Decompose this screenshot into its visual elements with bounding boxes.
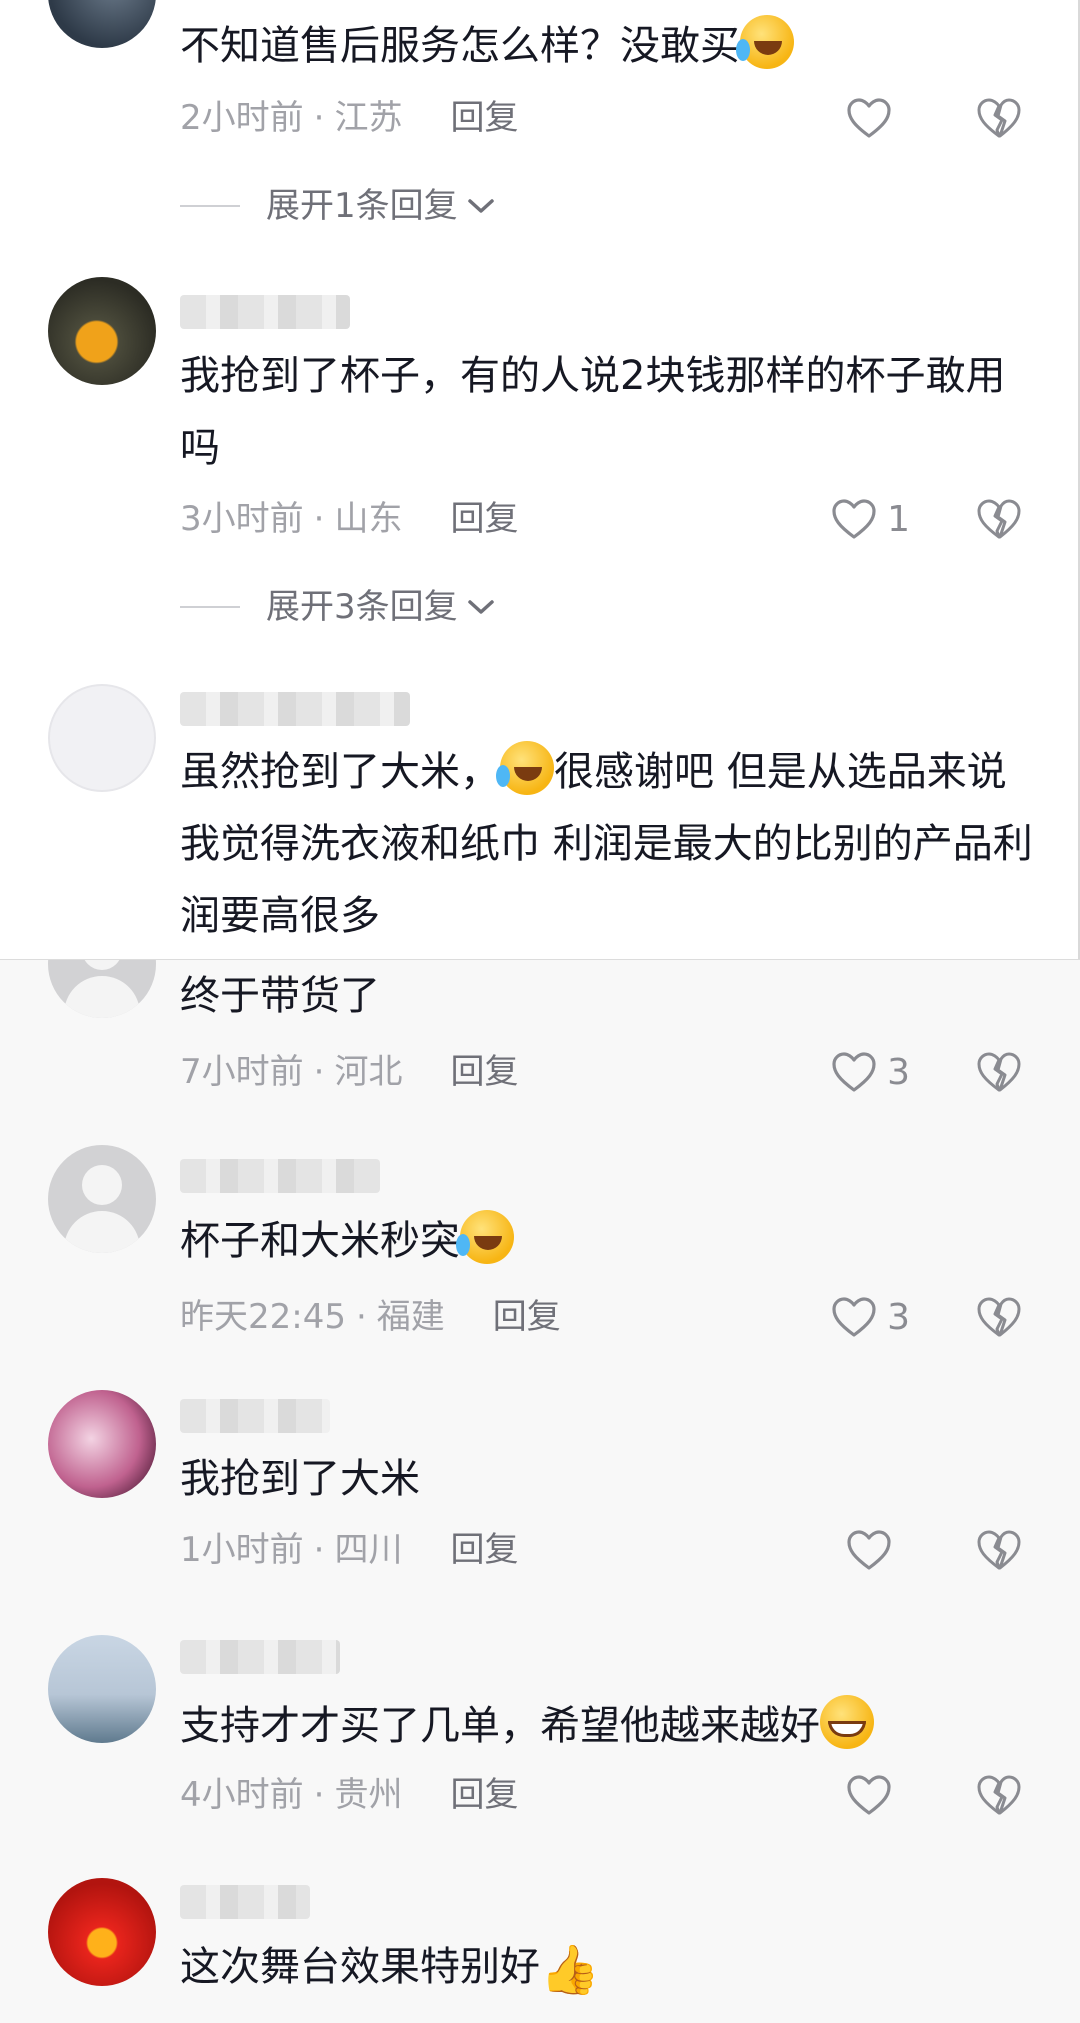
- comment-location: 河北: [334, 1052, 403, 1092]
- comment-location: 江苏: [334, 98, 403, 138]
- user-avatar[interactable]: [48, 1390, 156, 1498]
- reply-button[interactable]: 回复: [450, 98, 518, 138]
- broken-heart-icon: [977, 499, 1021, 539]
- comment-meta: 7小时前 · 河北 回复: [180, 1052, 519, 1092]
- user-avatar[interactable]: [48, 1635, 156, 1743]
- comment-meta: 昨天22:45 · 福建 回复: [180, 1297, 561, 1337]
- comment-meta: 1小时前 · 四川 回复: [180, 1530, 519, 1570]
- cry-laugh-emoji: [496, 741, 554, 795]
- comment-text: 我抢到了大米: [180, 1456, 420, 1502]
- like-count: 3: [887, 1051, 910, 1093]
- like-button[interactable]: [846, 1765, 902, 1825]
- like-button[interactable]: [846, 1520, 902, 1580]
- dislike-button[interactable]: [976, 1765, 1022, 1825]
- user-avatar[interactable]: [48, 1145, 156, 1253]
- comment-text: 支持才才买了几单，希望他越来越好: [180, 1690, 1040, 1762]
- like-count: 3: [887, 1296, 910, 1338]
- reply-button[interactable]: 回复: [450, 499, 518, 539]
- comment-time: 昨天22:45: [180, 1297, 346, 1337]
- expand-replies[interactable]: 展开3条回复: [180, 579, 496, 635]
- user-avatar[interactable]: [48, 277, 156, 385]
- heart-icon: [847, 1530, 891, 1570]
- comment-text: 杯子和大米秒突: [180, 1205, 1040, 1277]
- dislike-button[interactable]: [976, 1042, 1022, 1102]
- like-button[interactable]: 3: [831, 1042, 910, 1102]
- reply-button[interactable]: 回复: [493, 1297, 561, 1337]
- reply-button[interactable]: 回复: [450, 1052, 518, 1092]
- comment-text: 终于带货了: [180, 973, 380, 1019]
- reply-button[interactable]: 回复: [450, 1775, 518, 1815]
- broken-heart-icon: [977, 98, 1021, 138]
- user-avatar[interactable]: [48, 960, 156, 1018]
- broken-heart-icon: [977, 1052, 1021, 1092]
- chevron-down-icon: [467, 199, 494, 213]
- user-avatar[interactable]: [48, 684, 156, 792]
- comments-panel-bottom: 终于带货了 7小时前 · 河北 回复 3 杯子和大米秒突 昨天22:45 · 福建 回复 3: [0, 960, 1080, 2023]
- chevron-down-icon: [467, 600, 494, 614]
- comment-time: 1小时前: [180, 1530, 304, 1570]
- grin-emoji: [820, 1695, 874, 1749]
- heart-icon: [832, 1297, 876, 1337]
- comment-location: 福建: [376, 1297, 445, 1337]
- comment-meta: 4小时前 · 贵州 回复: [180, 1775, 519, 1815]
- like-button[interactable]: 1: [831, 489, 910, 549]
- comment-location: 四川: [334, 1530, 403, 1570]
- username-blurred: [180, 1159, 380, 1193]
- heart-icon: [832, 1052, 876, 1092]
- username-blurred: [180, 1399, 330, 1433]
- comment-meta: 2小时前 · 江苏 回复: [180, 98, 519, 138]
- comments-panel-top: 不知道售后服务怎么样？没敢买 2小时前 · 江苏 回复 展开1条回复 我抢到了杯子，有…: [0, 0, 1080, 960]
- like-button[interactable]: [846, 88, 902, 148]
- comment-time: 2小时前: [180, 98, 304, 138]
- broken-heart-icon: [977, 1775, 1021, 1815]
- broken-heart-icon: [977, 1297, 1021, 1337]
- cry-laugh-emoji: [736, 15, 794, 69]
- comment-time: 3小时前: [180, 499, 304, 539]
- comment-text: 这次舞台效果特别好👍: [180, 1942, 600, 1998]
- dislike-button[interactable]: [976, 1287, 1022, 1347]
- username-blurred: [180, 692, 410, 726]
- like-button[interactable]: 3: [831, 1287, 910, 1347]
- comment-time: 4小时前: [180, 1775, 304, 1815]
- comment-location: 山东: [334, 499, 403, 539]
- comment-time: 7小时前: [180, 1052, 304, 1092]
- divider: [180, 205, 240, 207]
- reply-button[interactable]: 回复: [450, 1530, 518, 1570]
- comment-text: 我抢到了杯子，有的人说2块钱那样的杯子敢用吗: [180, 353, 1006, 471]
- dislike-button[interactable]: [976, 88, 1022, 148]
- username-blurred: [180, 295, 350, 329]
- comment-text: 不知道售后服务怎么样？没敢买: [180, 10, 1040, 82]
- comment-meta: 3小时前 · 山东 回复: [180, 499, 519, 539]
- cry-laugh-emoji: [456, 1210, 514, 1264]
- user-avatar[interactable]: [48, 1878, 156, 1986]
- dislike-button[interactable]: [976, 489, 1022, 549]
- heart-icon: [832, 499, 876, 539]
- username-blurred: [180, 1885, 310, 1919]
- thumbs-up-emoji: 👍: [540, 1942, 600, 1998]
- user-avatar[interactable]: [48, 0, 156, 48]
- dislike-button[interactable]: [976, 1520, 1022, 1580]
- comment-text: 虽然抢到了大米， 很感谢吧 但是从选品来说我觉得洗衣液和纸巾 利润是最大的比别的产…: [180, 736, 1040, 952]
- expand-replies[interactable]: 展开1条回复: [180, 178, 496, 234]
- comment-location: 贵州: [334, 1775, 403, 1815]
- heart-icon: [847, 98, 891, 138]
- like-count: 1: [887, 498, 910, 540]
- username-blurred: [180, 1640, 340, 1674]
- divider: [180, 606, 240, 608]
- broken-heart-icon: [977, 1530, 1021, 1570]
- heart-icon: [847, 1775, 891, 1815]
